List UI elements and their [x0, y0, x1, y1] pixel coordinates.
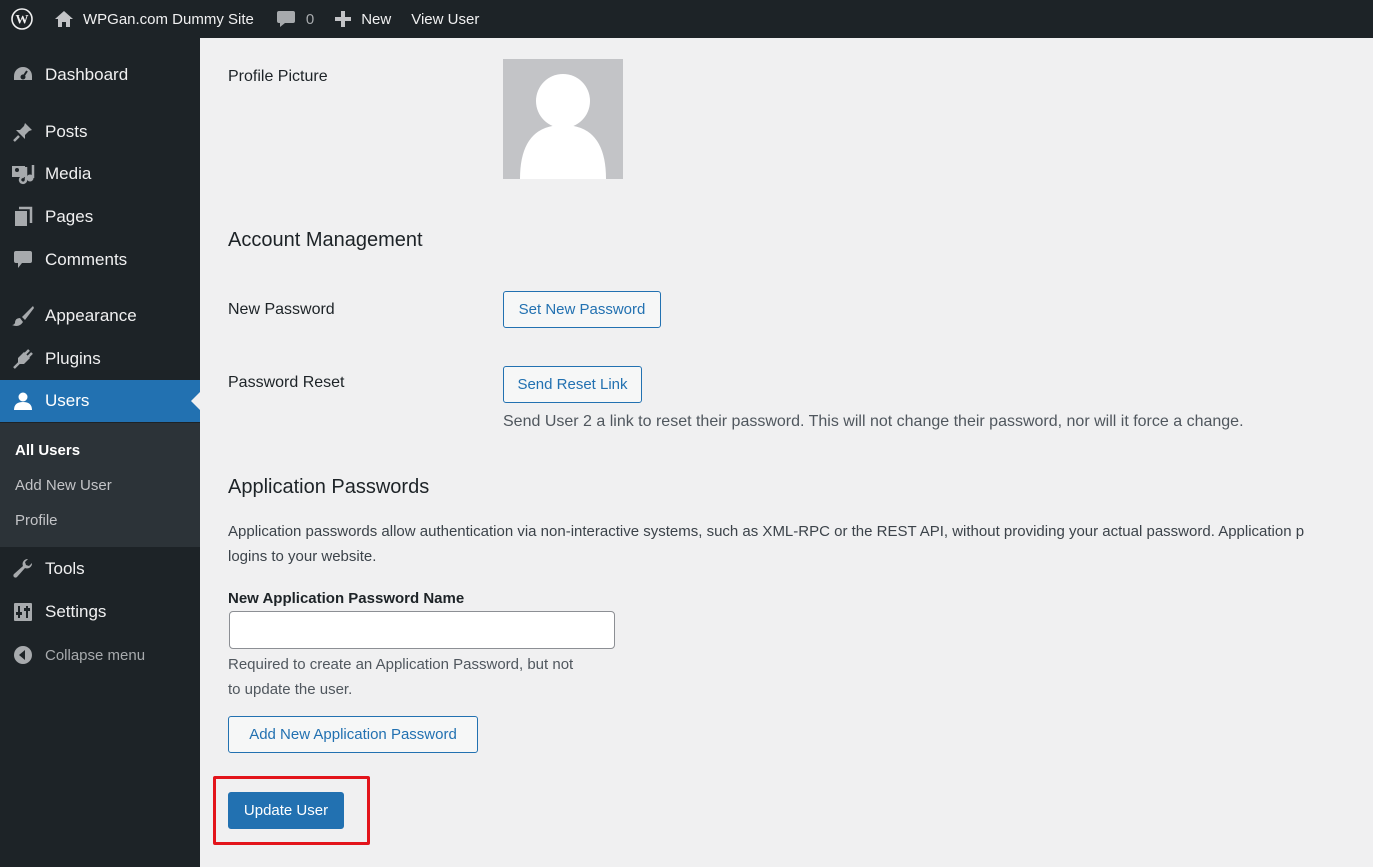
password-reset-label: Password Reset — [228, 374, 345, 391]
site-name: WPGan.com Dummy Site — [83, 10, 254, 28]
comments-link[interactable]: 0 — [268, 0, 326, 38]
add-new-application-password-button[interactable]: Add New Application Password — [228, 716, 478, 753]
home-icon — [55, 11, 73, 27]
description-line: logins to your website. — [228, 548, 377, 565]
pages-icon — [14, 206, 32, 226]
plug-icon — [12, 349, 33, 369]
main-content: Profile Picture Account Management New P… — [200, 38, 1373, 867]
set-new-password-button[interactable]: Set New Password — [503, 291, 661, 328]
svg-text:W: W — [16, 12, 29, 27]
submenu-profile[interactable]: Profile — [15, 512, 58, 529]
submenu-all-users[interactable]: All Users — [15, 442, 80, 459]
menu-label: Pages — [45, 207, 94, 226]
menu-label: Plugins — [45, 349, 101, 368]
menu-dashboard[interactable]: Dashboard — [0, 54, 200, 96]
menu-label: Settings — [45, 602, 107, 621]
new-content-link[interactable]: New — [326, 0, 401, 38]
menu-label: Tools — [45, 559, 85, 578]
submenu-add-new-user[interactable]: Add New User — [15, 477, 112, 494]
default-avatar-icon — [520, 74, 606, 179]
wordpress-logo-icon[interactable]: W — [0, 0, 44, 38]
site-name-link[interactable]: WPGan.com Dummy Site — [44, 0, 268, 38]
send-reset-link-button[interactable]: Send Reset Link — [503, 366, 642, 403]
collapse-label: Collapse menu — [45, 646, 146, 664]
menu-users[interactable]: Users — [0, 380, 200, 422]
account-management-heading: Account Management — [228, 229, 423, 251]
comment-count: 0 — [305, 10, 315, 28]
menu-label: Appearance — [45, 306, 137, 325]
comments-icon — [13, 251, 32, 268]
user-icon — [13, 392, 32, 410]
view-user-link[interactable]: View User — [401, 0, 489, 38]
menu-settings[interactable]: Settings — [0, 591, 200, 633]
application-passwords-heading: Application Passwords — [228, 476, 430, 498]
users-submenu: All Users Add New User Profile — [0, 423, 200, 547]
collapse-arrow-icon — [13, 646, 32, 664]
view-user-label: View User — [411, 10, 480, 28]
dashboard-icon — [13, 67, 32, 80]
media-icon — [11, 165, 34, 185]
menu-appearance[interactable]: Appearance — [0, 295, 200, 337]
menu-plugins[interactable]: Plugins — [0, 338, 200, 380]
brush-icon — [11, 306, 34, 326]
new-app-password-help: Required to create an Application Passwo… — [228, 652, 573, 702]
menu-label: Users — [45, 391, 90, 410]
comment-bubble-icon — [276, 11, 295, 27]
menu-tools[interactable]: Tools — [0, 548, 200, 590]
menu-comments[interactable]: Comments — [0, 239, 200, 281]
menu-label: Media — [45, 164, 92, 183]
menu-label: Comments — [45, 250, 128, 269]
menu-pages[interactable]: Pages — [0, 196, 200, 238]
plus-icon — [335, 11, 352, 27]
help-line: Required to create an Application Passwo… — [228, 656, 574, 673]
new-password-label: New Password — [228, 301, 335, 318]
menu-label: Dashboard — [45, 65, 129, 84]
help-line: to update the user. — [228, 681, 353, 698]
pin-icon — [12, 123, 32, 142]
settings-icon — [13, 603, 32, 621]
update-user-button[interactable]: Update User — [228, 792, 344, 829]
new-label: New — [361, 10, 392, 28]
avatar — [503, 59, 623, 179]
admin-sidebar: Dashboard Posts Media Pages Comments App… — [0, 38, 200, 867]
menu-media[interactable]: Media — [0, 153, 200, 195]
new-app-password-name-input[interactable] — [229, 611, 615, 649]
wrench-icon — [12, 558, 32, 578]
description-line: Application passwords allow authenticati… — [228, 523, 1305, 540]
menu-posts[interactable]: Posts — [0, 111, 200, 153]
reset-description: Send User 2 a link to reset their passwo… — [503, 413, 1244, 430]
menu-label: Posts — [45, 122, 88, 141]
admin-bar: W WPGan.com Dummy Site 0 New View User — [0, 0, 1373, 38]
collapse-menu-button[interactable]: Collapse menu — [0, 634, 200, 676]
application-passwords-description: Application passwords allow authenticati… — [228, 519, 1304, 569]
profile-picture-label: Profile Picture — [228, 68, 328, 85]
new-app-password-name-label: New Application Password Name — [228, 590, 465, 607]
